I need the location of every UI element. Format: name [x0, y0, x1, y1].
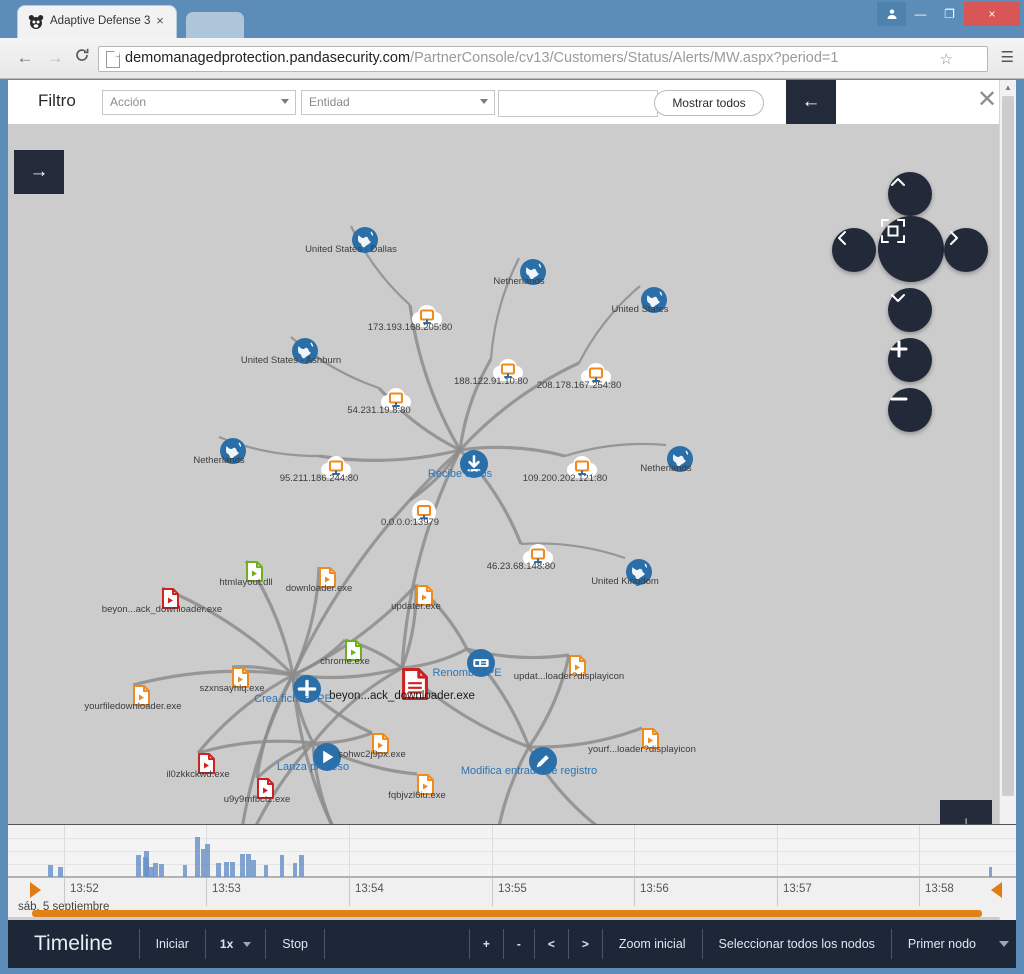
- zoom-in-button[interactable]: +: [470, 920, 503, 968]
- timeline-bar: [159, 864, 164, 877]
- pan-right-button[interactable]: [944, 228, 988, 272]
- speed-select-value: 1x: [219, 937, 234, 951]
- fit-to-screen-button[interactable]: [878, 216, 944, 282]
- pan-left-button[interactable]: [832, 228, 876, 272]
- show-all-button[interactable]: Mostrar todos: [654, 90, 764, 116]
- back-button[interactable]: ←: [14, 47, 36, 69]
- timeline-tick-label: 13:53: [212, 883, 241, 895]
- zoom-out-button[interactable]: [888, 388, 932, 432]
- timeline-bar: [136, 855, 141, 877]
- timeline-panel[interactable]: 13:52 13:53 13:54 13:55 13:56 13:57 13:58 sáb,…: [8, 824, 1016, 917]
- menu-icon[interactable]: ☰: [1001, 48, 1014, 66]
- timeline-bar: [48, 865, 53, 877]
- pan-up-button[interactable]: [888, 172, 932, 216]
- timeline-bar: [58, 867, 63, 877]
- pan-down-button[interactable]: [888, 288, 932, 332]
- timeline-bar: [195, 837, 200, 877]
- forward-button[interactable]: →: [44, 47, 66, 69]
- entidad-select-value: Entidad: [309, 95, 350, 109]
- timeline-bar: [264, 865, 268, 877]
- close-icon[interactable]: ✕: [974, 87, 1000, 113]
- address-bar[interactable]: demomanagedprotection.pandasecurity.com/…: [98, 46, 988, 72]
- profile-button[interactable]: [877, 2, 906, 26]
- select-all-nodes-button[interactable]: Seleccionar todos los nodos: [703, 920, 891, 968]
- url-text: demomanagedprotection.pandasecurity.com/…: [125, 50, 838, 66]
- accion-select-value: Acción: [110, 95, 147, 109]
- timeline-bar: [251, 860, 256, 877]
- reload-button[interactable]: [71, 47, 93, 69]
- browser-tab[interactable]: Adaptive Defense 360 - D ×: [18, 6, 176, 38]
- speed-select[interactable]: 1x: [206, 920, 265, 968]
- new-tab-button[interactable]: [186, 12, 244, 38]
- browser-window: Adaptive Defense 360 - D × — ❐ × ← → dem…: [0, 0, 1024, 974]
- stop-button[interactable]: Stop: [266, 920, 324, 968]
- timeline-bar: [205, 844, 210, 877]
- zoom-initial-button[interactable]: Zoom inicial: [603, 920, 702, 968]
- browser-toolbar: ← → demomanagedprotection.pandasecurity.…: [0, 38, 1024, 79]
- timeline-bar: [280, 855, 284, 877]
- timeline-range-bar[interactable]: [32, 910, 982, 917]
- url-path: /PartnerConsole/cv13/Customers/Status/Al…: [410, 50, 839, 66]
- window-close-button[interactable]: ×: [964, 2, 1020, 26]
- tab-title: Adaptive Defense 360 - D: [50, 15, 150, 27]
- timeline-toolbar-title: Timeline: [34, 932, 113, 955]
- chevron-down-icon: [243, 941, 252, 947]
- timeline-bar: [989, 867, 992, 877]
- page-icon: [106, 51, 120, 68]
- accion-select[interactable]: Acción: [102, 90, 296, 115]
- timeline-tick-label: 13:54: [355, 883, 384, 895]
- timeline-toolbar: Timeline Iniciar 1x Stop + - < > Zoom in…: [8, 920, 1016, 968]
- navigation-pad: [824, 168, 1008, 468]
- url-host: demomanagedprotection.pandasecurity.com: [125, 50, 411, 66]
- bookmark-star-icon[interactable]: ☆: [940, 50, 953, 68]
- zoom-out-button[interactable]: -: [504, 920, 534, 968]
- expand-panel-button[interactable]: →: [14, 150, 64, 194]
- divider: [324, 929, 325, 959]
- timeline-histogram: [8, 825, 1016, 877]
- previous-button[interactable]: <: [535, 920, 568, 968]
- timeline-tick-label: 13:55: [498, 883, 527, 895]
- titlebar: Adaptive Defense 360 - D × — ❐ ×: [0, 0, 1024, 38]
- timeline-bar: [224, 862, 229, 877]
- timeline-tick-label: 13:56: [640, 883, 669, 895]
- next-button[interactable]: >: [569, 920, 602, 968]
- timeline-range-end-handle[interactable]: [991, 882, 1002, 898]
- timeline-tick-label: 13:57: [783, 883, 812, 895]
- window-controls: — ❐ ×: [877, 2, 1020, 28]
- zoom-in-button[interactable]: [888, 338, 932, 382]
- filter-text-input[interactable]: [498, 90, 658, 117]
- timeline-range-start-handle[interactable]: [30, 882, 41, 898]
- panda-favicon-icon: [28, 14, 44, 30]
- start-button[interactable]: Iniciar: [140, 920, 205, 968]
- network-graph[interactable]: United States - Dallas 173.193.168.205:8…: [8, 124, 1016, 864]
- timeline-bar: [299, 855, 304, 877]
- filter-label: Filtro: [38, 91, 76, 110]
- timeline-bar: [240, 854, 245, 877]
- entidad-select[interactable]: Entidad: [301, 90, 495, 115]
- timeline-bar: [183, 865, 187, 877]
- minimize-button[interactable]: —: [906, 2, 935, 26]
- chevron-down-icon: [281, 99, 289, 104]
- filter-bar: Filtro Acción Entidad Mostrar todos ← ✕: [8, 80, 1016, 124]
- timeline-bar: [293, 863, 297, 877]
- maximize-button[interactable]: ❐: [935, 2, 964, 26]
- timeline-bar: [149, 867, 154, 877]
- scrollbar-thumb[interactable]: [1002, 96, 1014, 796]
- first-node-button[interactable]: Primer nodo: [892, 920, 992, 968]
- chevron-down-icon: [480, 99, 488, 104]
- overflow-caret-icon[interactable]: [992, 941, 1016, 947]
- timeline-tick-label: 13:52: [70, 883, 99, 895]
- scroll-up-arrow-icon[interactable]: ▲: [1000, 80, 1016, 96]
- timeline-bar: [230, 862, 235, 877]
- tab-close-icon[interactable]: ×: [153, 14, 167, 28]
- timeline-axis: 13:52 13:53 13:54 13:55 13:56 13:57 13:58: [8, 877, 1016, 906]
- collapse-panel-button[interactable]: ←: [786, 80, 836, 124]
- timeline-bar: [216, 863, 221, 877]
- timeline-tick-label: 13:58: [925, 883, 954, 895]
